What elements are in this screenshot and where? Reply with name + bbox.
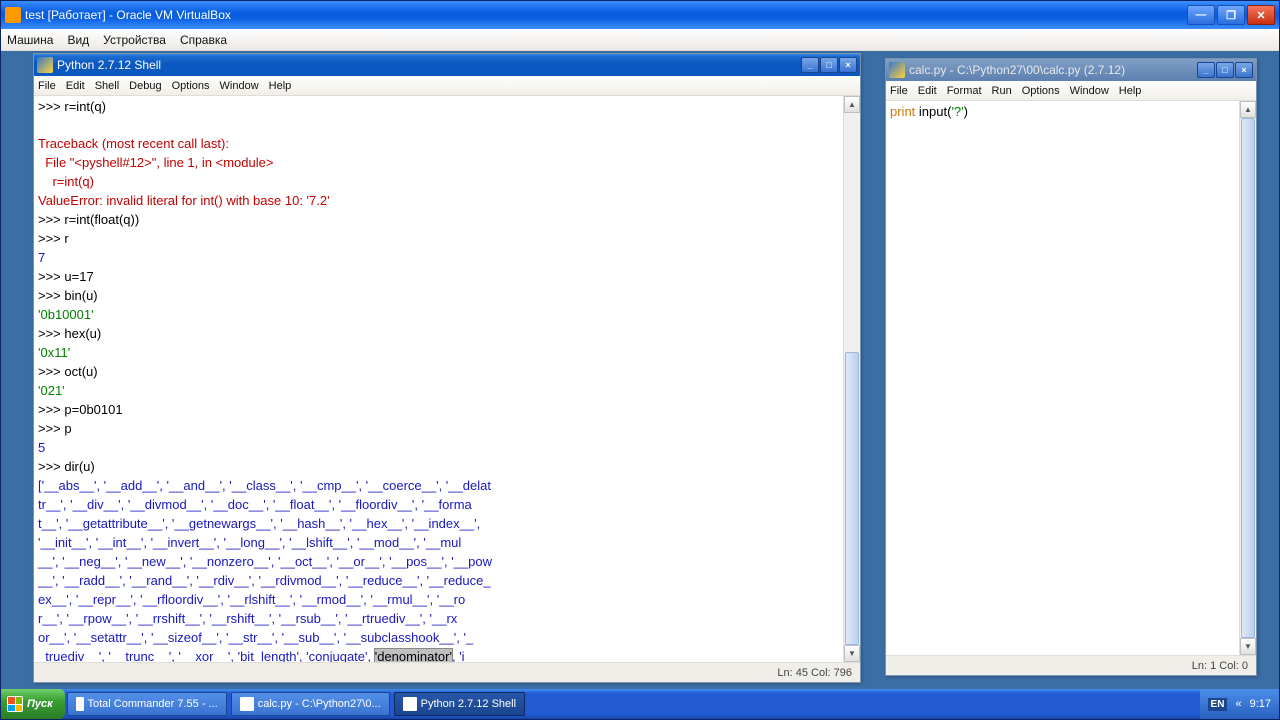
editor-menubar: File Edit Format Run Options Window Help	[886, 81, 1256, 101]
highlighted-denominator: 'denominator'	[374, 648, 453, 662]
shell-title: Python 2.7.12 Shell	[57, 58, 801, 72]
app-icon	[403, 697, 417, 711]
vbox-icon	[5, 7, 21, 23]
editor-scrollbar[interactable]: ▲ ▼	[1239, 101, 1256, 655]
vbox-menubar: Машина Вид Устройства Справка	[1, 29, 1279, 51]
menu-debug[interactable]: Debug	[129, 80, 161, 92]
menu-file[interactable]: File	[38, 80, 56, 92]
taskbar: Пуск Total Commander 7.55 - ... calc.py …	[1, 689, 1279, 719]
editor-body[interactable]: print input('?') ▲ ▼	[886, 101, 1256, 655]
system-tray: EN « 9:17	[1200, 689, 1279, 719]
scroll-up-button[interactable]: ▲	[844, 96, 860, 113]
scrollbar-track[interactable]	[1240, 118, 1256, 638]
editor-title: calc.py - C:\Python27\00\calc.py (2.7.12…	[909, 63, 1197, 77]
editor-statusbar: Ln: 1 Col: 0	[886, 655, 1256, 675]
menu-format[interactable]: Format	[947, 85, 982, 97]
app-icon	[240, 697, 254, 711]
shell-scrollbar[interactable]: ▲ ▼	[843, 96, 860, 662]
minimize-button[interactable]: —	[1187, 5, 1215, 25]
menu-machine[interactable]: Машина	[7, 33, 53, 47]
menu-shell[interactable]: Shell	[95, 80, 119, 92]
menu-help[interactable]: Help	[269, 80, 292, 92]
editor-cursor-pos: Ln: 1 Col: 0	[1192, 660, 1248, 672]
menu-edit[interactable]: Edit	[66, 80, 85, 92]
start-label: Пуск	[27, 698, 53, 710]
virtualbox-window: test [Работает] - Oracle VM VirtualBox —…	[0, 0, 1280, 720]
scrollbar-thumb[interactable]	[845, 352, 859, 645]
idle-shell-window: Python 2.7.12 Shell _ □ × File Edit Shel…	[33, 53, 861, 683]
tray-chevron-icon[interactable]: «	[1235, 698, 1241, 710]
menu-window[interactable]: Window	[1070, 85, 1109, 97]
editor-close-button[interactable]: ×	[1235, 62, 1253, 78]
menu-devices[interactable]: Устройства	[103, 33, 166, 47]
menu-file[interactable]: File	[890, 85, 908, 97]
shell-close-button[interactable]: ×	[839, 57, 857, 73]
menu-view[interactable]: Вид	[67, 33, 89, 47]
taskbar-item-shell[interactable]: Python 2.7.12 Shell	[394, 692, 525, 716]
shell-maximize-button[interactable]: □	[820, 57, 838, 73]
clock[interactable]: 9:17	[1250, 698, 1271, 710]
menu-edit[interactable]: Edit	[918, 85, 937, 97]
menu-help[interactable]: Help	[1119, 85, 1142, 97]
language-indicator[interactable]: EN	[1208, 698, 1228, 711]
start-button[interactable]: Пуск	[1, 689, 65, 719]
vbox-titlebar[interactable]: test [Работает] - Oracle VM VirtualBox —…	[1, 1, 1279, 29]
editor-minimize-button[interactable]: _	[1197, 62, 1215, 78]
shell-statusbar: Ln: 45 Col: 796	[34, 662, 860, 682]
idle-editor-window: calc.py - C:\Python27\00\calc.py (2.7.12…	[885, 58, 1257, 676]
taskbar-item-calcpy[interactable]: calc.py - C:\Python27\0...	[231, 692, 390, 716]
python-icon	[889, 62, 905, 78]
shell-titlebar[interactable]: Python 2.7.12 Shell _ □ ×	[34, 54, 860, 76]
python-icon	[37, 57, 53, 73]
scrollbar-thumb[interactable]	[1241, 118, 1255, 638]
menu-options[interactable]: Options	[1022, 85, 1060, 97]
editor-titlebar[interactable]: calc.py - C:\Python27\00\calc.py (2.7.12…	[886, 59, 1256, 81]
shell-body[interactable]: >>> r=int(q) Traceback (most recent call…	[34, 96, 860, 662]
menu-help[interactable]: Справка	[180, 33, 227, 47]
scrollbar-track[interactable]	[844, 113, 860, 645]
scroll-down-button[interactable]: ▼	[844, 645, 860, 662]
close-button[interactable]: ✕	[1247, 5, 1275, 25]
menu-run[interactable]: Run	[992, 85, 1012, 97]
menu-options[interactable]: Options	[172, 80, 210, 92]
scroll-up-button[interactable]: ▲	[1240, 101, 1256, 118]
shell-text[interactable]: >>> r=int(q) Traceback (most recent call…	[34, 96, 860, 662]
vbox-title: test [Работает] - Oracle VM VirtualBox	[25, 8, 1187, 22]
shell-menubar: File Edit Shell Debug Options Window Hel…	[34, 76, 860, 96]
guest-desktop[interactable]: Python 2.7.12 Shell _ □ × File Edit Shel…	[1, 51, 1279, 689]
maximize-button[interactable]: ❐	[1217, 5, 1245, 25]
shell-minimize-button[interactable]: _	[801, 57, 819, 73]
app-icon	[76, 697, 84, 711]
shell-cursor-pos: Ln: 45 Col: 796	[777, 667, 852, 679]
taskbar-item-totalcmd[interactable]: Total Commander 7.55 - ...	[67, 692, 227, 716]
editor-text[interactable]: print input('?')	[886, 101, 1256, 124]
scroll-down-button[interactable]: ▼	[1240, 638, 1256, 655]
windows-logo-icon	[7, 696, 23, 712]
menu-window[interactable]: Window	[220, 80, 259, 92]
editor-maximize-button[interactable]: □	[1216, 62, 1234, 78]
